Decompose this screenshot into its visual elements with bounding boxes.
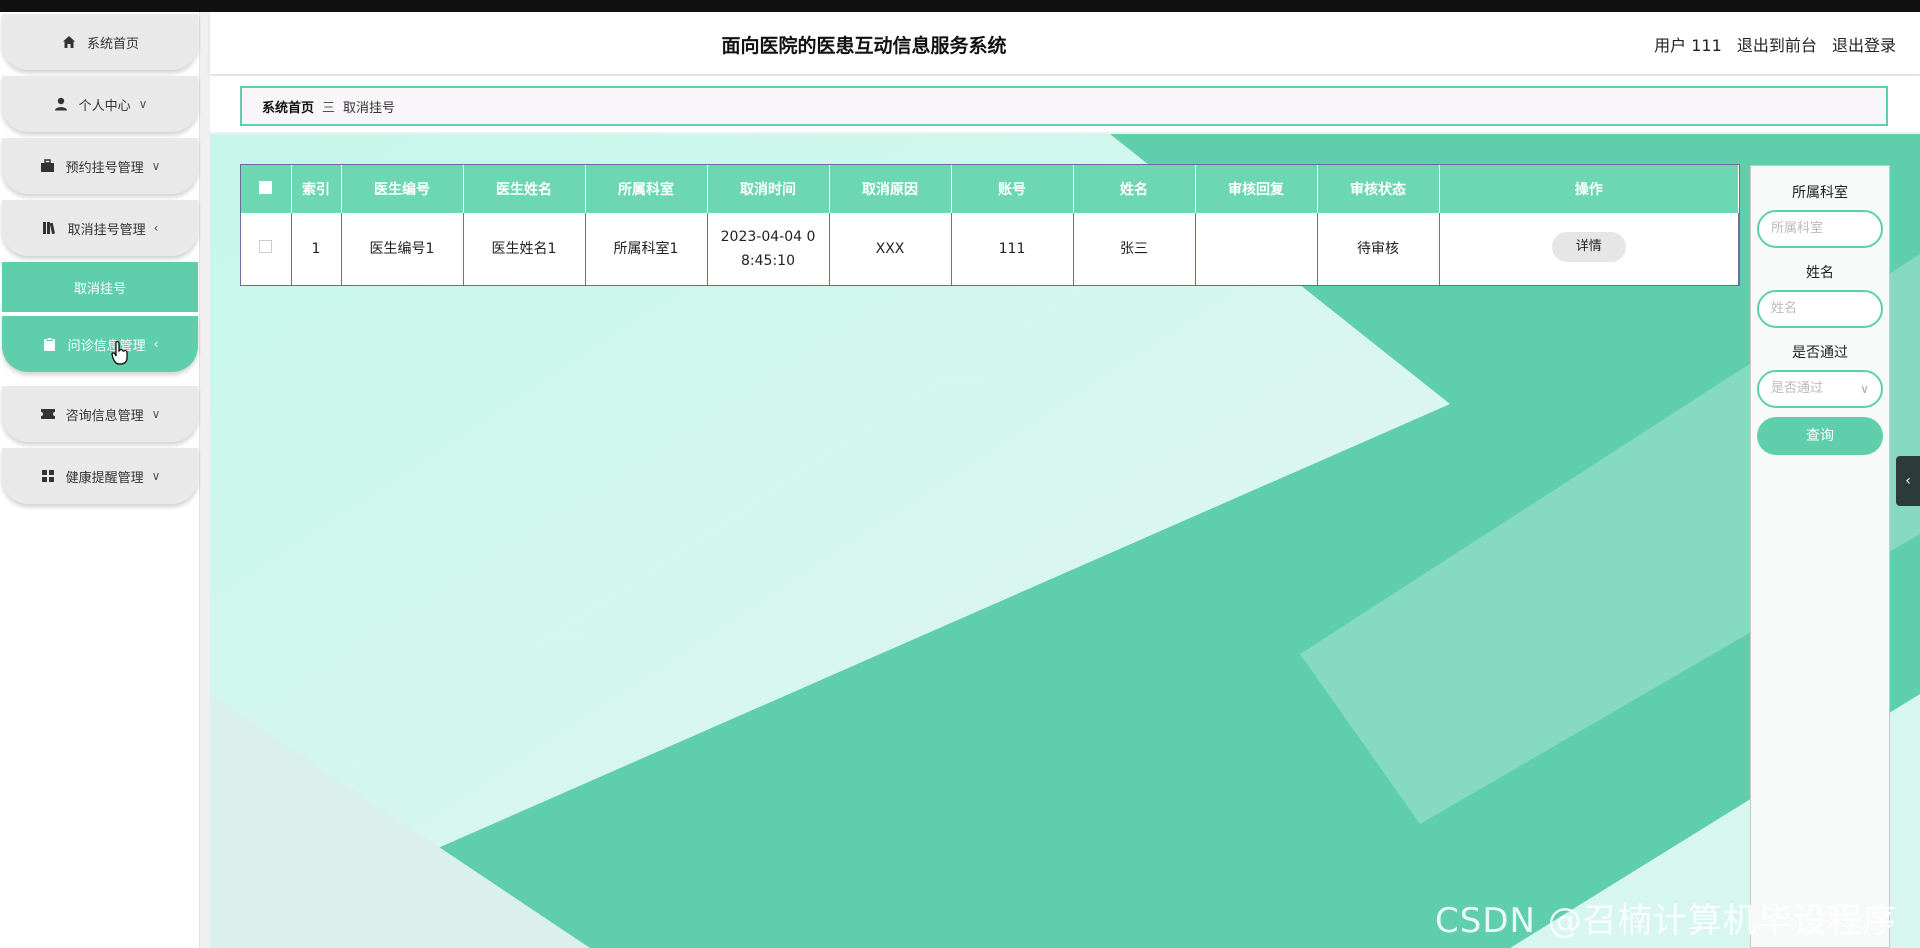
cell-name: 张三 [1073,213,1196,285]
header-user-actions: 用户 111 退出到前台 退出登录 [1644,12,1896,74]
cell-doctor-no: 医生编号1 [341,213,464,285]
sidebar-item-cancel[interactable]: 取消挂号管理 ‹ [2,200,198,256]
back-to-front-link[interactable]: 退出到前台 [1737,36,1817,55]
column-header: 医生姓名 [463,165,586,213]
chevron-down-icon: ∨ [151,469,161,483]
search-button[interactable]: 查询 [1757,417,1883,455]
name-input[interactable]: 姓名 [1757,290,1883,328]
breadcrumb-current: 取消挂号 [343,100,396,116]
breadcrumb-separator: 三 [322,100,336,116]
cell-cancel-time: 2023-04-04 08:45:10 [707,213,830,285]
cancel-registration-table: 索引 医生编号 医生姓名 所属科室 取消时间 取消原因 账号 姓名 审核回复 审… [240,164,1740,286]
submenu-cancel-registration[interactable]: 取消挂号 [2,262,198,312]
sidebar-item-label: 系统首页 [86,36,139,52]
chevron-down-icon: ∨ [151,407,161,421]
pass-select[interactable]: 是否通过 ∨ [1757,370,1883,408]
collapse-panel-tab[interactable]: ‹ [1896,456,1920,506]
row-select-cell[interactable] [241,213,292,285]
chevron-down-icon: ∨ [138,97,148,111]
column-header: 审核回复 [1195,165,1318,213]
column-header: 操作 [1439,165,1739,213]
cell-status: 待审核 [1317,213,1440,285]
column-header: 账号 [951,165,1074,213]
sidebar-item-appointment[interactable]: 预约挂号管理 ∨ [2,138,198,194]
window-top-bar [0,0,1920,12]
page-title: 面向医院的医患互动信息服务系统 [721,35,1007,57]
column-header: 姓名 [1073,165,1196,213]
sidebar-item-health-reminder[interactable]: 健康提醒管理 ∨ [2,448,198,504]
column-header: 取消原因 [829,165,952,213]
column-header: 审核状态 [1317,165,1440,213]
sidebar-item-personal[interactable]: 个人中心 ∨ [2,76,198,132]
chevron-left-icon: ‹ [153,337,159,351]
column-header: 索引 [291,165,342,213]
cell-department: 所属科室1 [585,213,708,285]
chevron-left-icon: ‹ [153,221,159,235]
name-label: 姓名 [1806,265,1834,281]
column-header: 取消时间 [707,165,830,213]
table-row: 1 医生编号1 医生姓名1 所属科室1 2023-04-04 08:45:10 … [241,213,1739,285]
header: 面向医院的医患互动信息服务系统 用户 111 退出到前台 退出登录 [210,12,1920,74]
cancel-time-text: 2023-04-04 08:45:10 [720,229,816,269]
select-all-cell[interactable] [241,165,292,213]
sidebar-item-label: 咨询信息管理 [65,408,144,424]
logout-link[interactable]: 退出登录 [1832,36,1896,55]
department-input[interactable]: 所属科室 [1757,210,1883,248]
breadcrumb: 系统首页 三 取消挂号 [240,86,1888,126]
watermark-text: CSDN @召楠计算机毕设程序 [1435,901,1898,941]
grid-icon [40,468,56,484]
cell-index: 1 [291,213,342,285]
column-header: 医生编号 [341,165,464,213]
sidebar-item-consultation[interactable]: 问诊信息管理 ‹ [2,316,198,372]
sidebar-item-label: 问诊信息管理 [67,338,146,354]
briefcase-icon [40,158,56,174]
chevron-down-icon: ∨ [151,159,161,173]
clipboard-icon [42,336,58,352]
home-icon [61,34,77,50]
row-checkbox[interactable] [259,240,273,253]
sidebar-item-home[interactable]: 系统首页 [2,14,198,70]
hand-cursor-icon [111,340,129,369]
ticket-icon [40,406,56,422]
sidebar-item-label: 取消挂号管理 [67,222,146,238]
cell-action: 详情 [1439,213,1739,285]
book-icon [42,220,58,236]
cell-reason: XXX [829,213,952,285]
sidebar-item-inquiry[interactable]: 咨询信息管理 ∨ [2,386,198,442]
chevron-down-icon: ∨ [1860,382,1869,396]
cell-doctor-name: 医生姓名1 [463,213,586,285]
user-icon [53,96,69,112]
column-header: 所属科室 [585,165,708,213]
pass-label: 是否通过 [1792,345,1848,361]
user-label: 用户 111 [1654,36,1722,55]
sidebar-item-label: 个人中心 [78,98,131,114]
table-header-row: 索引 医生编号 医生姓名 所属科室 取消时间 取消原因 账号 姓名 审核回复 审… [241,165,1739,213]
sidebar-item-label: 健康提醒管理 [65,470,144,486]
breadcrumb-bar: 系统首页 三 取消挂号 [210,76,1920,132]
breadcrumb-home[interactable]: 系统首页 [262,97,314,116]
sidebar: 系统首页 个人中心 ∨ 预约挂号管理 ∨ 取消挂号管理 ‹ 取消挂号 问诊信息管… [0,12,200,948]
select-all-checkbox[interactable] [259,180,273,194]
sidebar-item-label: 预约挂号管理 [65,160,144,176]
department-label: 所属科室 [1792,185,1848,201]
search-panel: 所属科室 所属科室 姓名 姓名 是否通过 是否通过 ∨ 查询 [1750,165,1890,948]
cell-account: 111 [951,213,1074,285]
detail-button[interactable]: 详情 [1551,232,1626,262]
cell-reply [1195,213,1318,285]
